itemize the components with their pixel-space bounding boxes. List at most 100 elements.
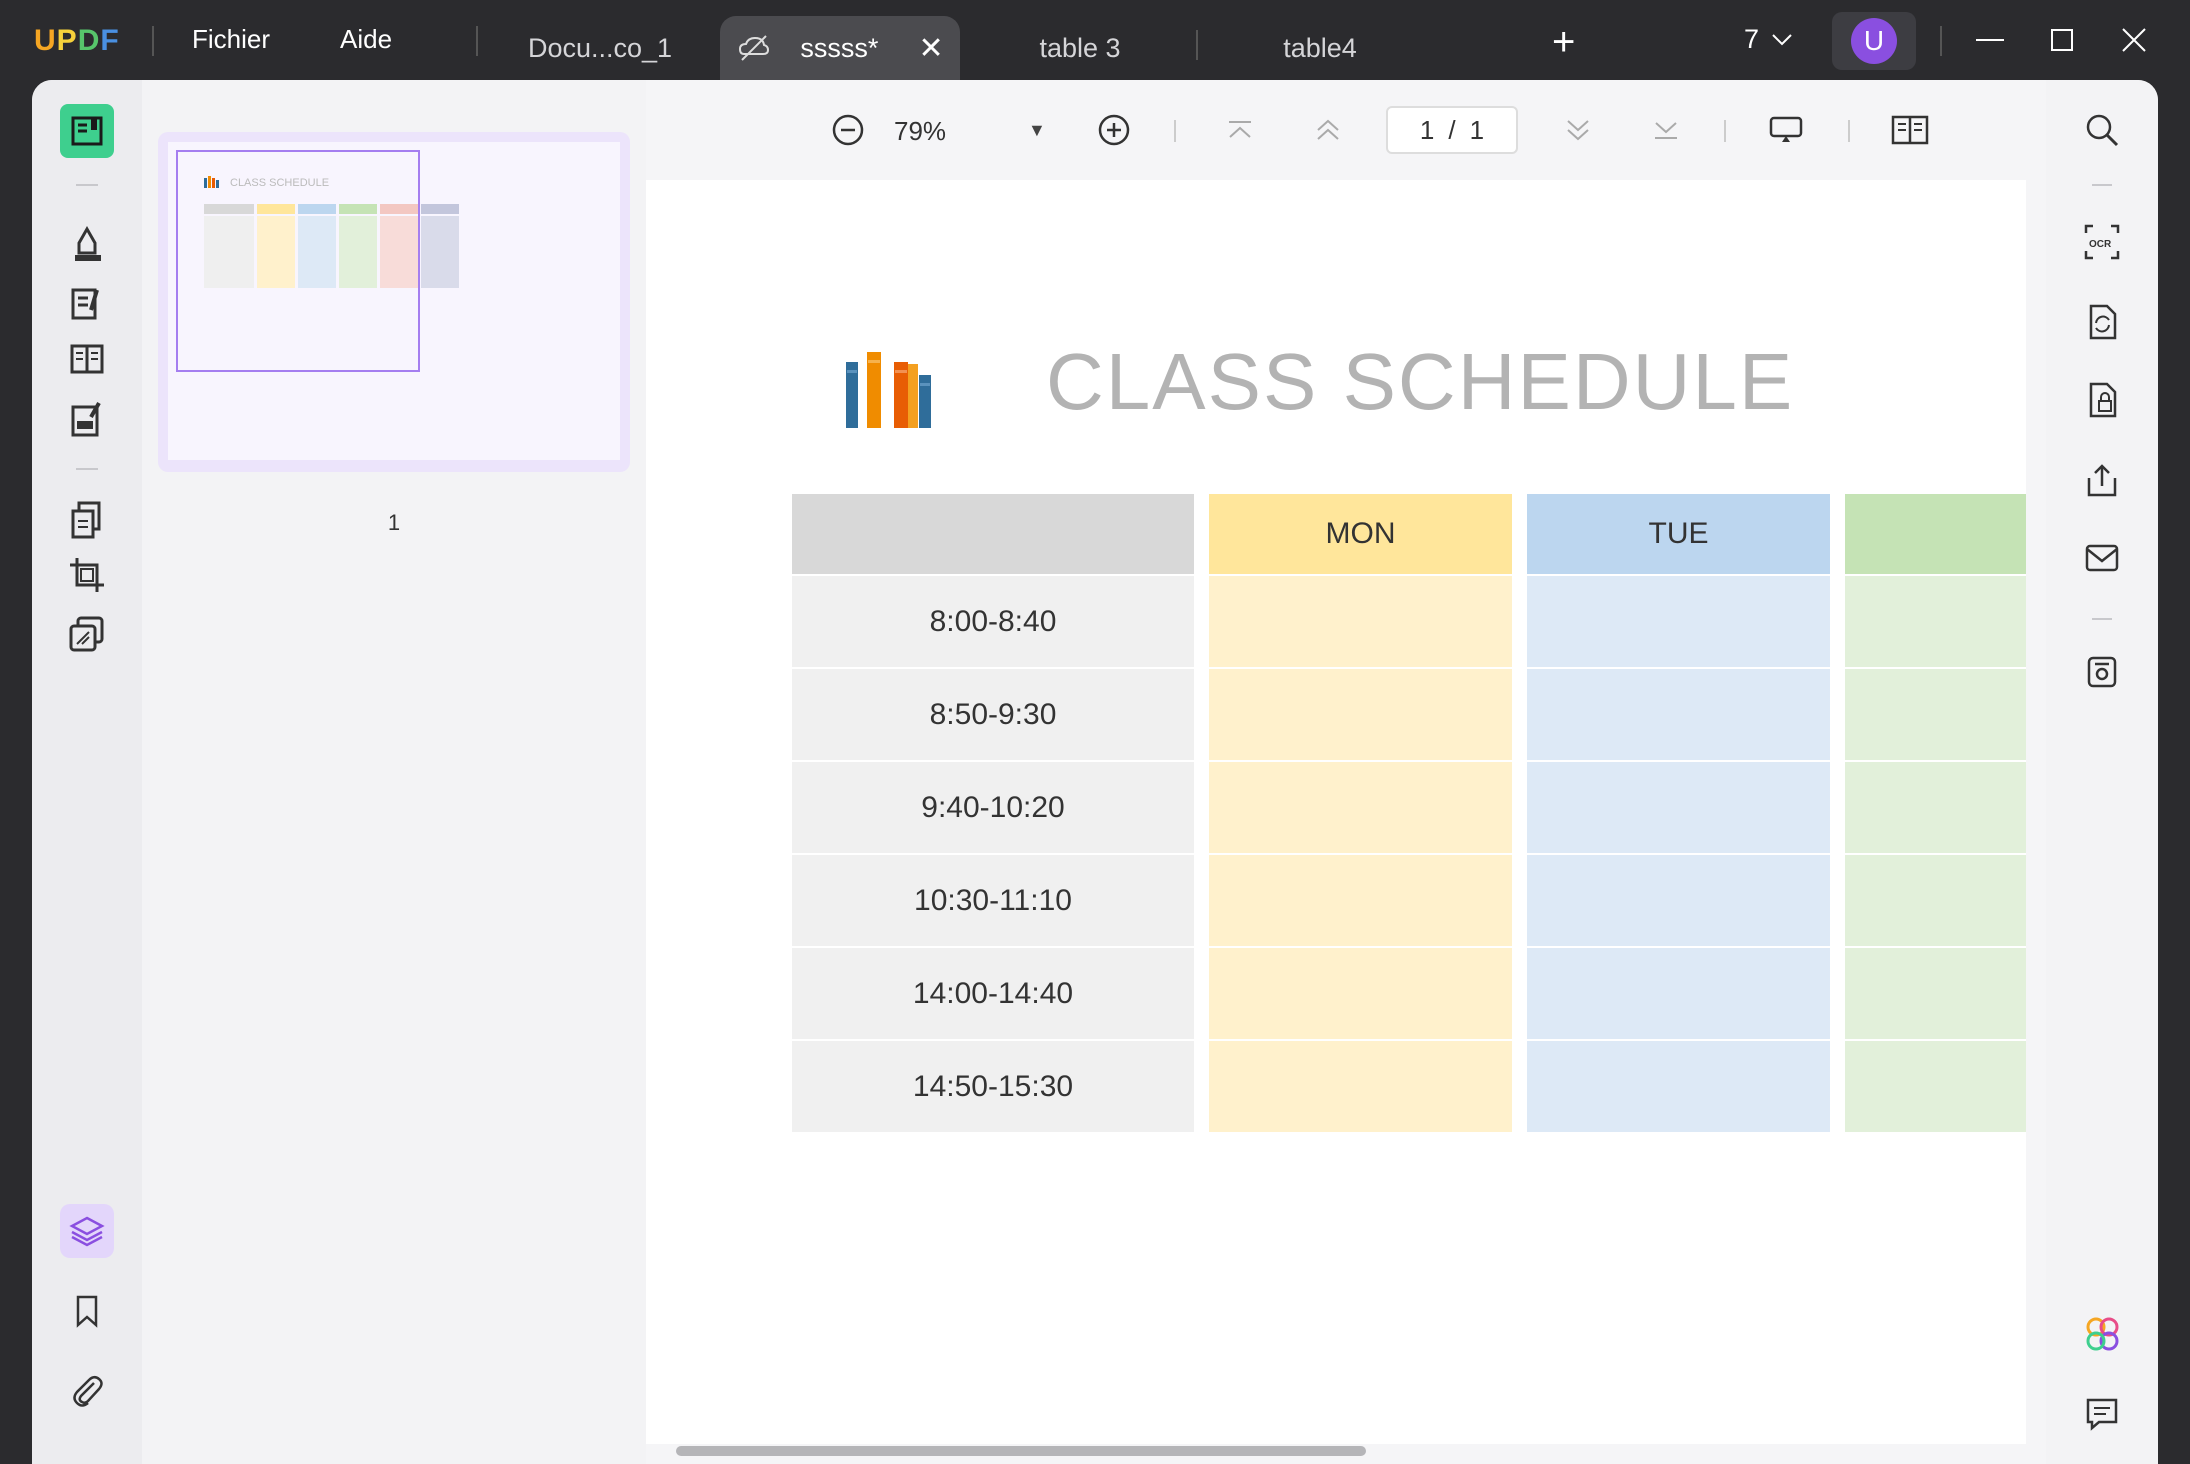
convert-button[interactable] bbox=[2082, 302, 2122, 342]
columns-icon bbox=[70, 344, 104, 374]
zoom-level[interactable]: 79% bbox=[894, 116, 946, 147]
convert-icon bbox=[2089, 304, 2117, 340]
avatar: U bbox=[1851, 18, 1897, 64]
email-button[interactable] bbox=[2082, 538, 2122, 578]
close-tab-icon[interactable]: ✕ bbox=[918, 31, 943, 66]
divider bbox=[1940, 26, 1942, 56]
reading-mode-button[interactable] bbox=[1890, 110, 1930, 150]
layers-button[interactable] bbox=[60, 1204, 114, 1258]
ocr-button[interactable]: OCR bbox=[2082, 222, 2122, 262]
ai-assistant-icon bbox=[2086, 1317, 2119, 1351]
tab-label: sssss* bbox=[800, 32, 879, 63]
schedule-cell bbox=[1845, 576, 2026, 667]
tab-label: Docu...co_1 bbox=[527, 32, 673, 63]
presentation-button[interactable] bbox=[1766, 110, 1806, 150]
time-slot-cell: 14:50-15:30 bbox=[792, 1041, 1194, 1132]
tab-table-3[interactable]: table 3 bbox=[970, 16, 1190, 80]
time-slot-cell: 8:00-8:40 bbox=[792, 576, 1194, 667]
schedule-cell bbox=[1845, 1041, 2026, 1132]
pdf-page: CLASS SCHEDULE 8:00-8:40 8:50-9:30 9:40-10… bbox=[646, 180, 2026, 1444]
tab-table4[interactable]: table4 bbox=[1210, 16, 1430, 80]
paperclip-icon bbox=[73, 1376, 103, 1407]
divider bbox=[152, 26, 154, 56]
attachments-button[interactable] bbox=[60, 1364, 114, 1418]
time-slot-cell: 9:40-10:20 bbox=[792, 762, 1194, 853]
schedule-cell bbox=[1209, 576, 1512, 667]
schedule-cell bbox=[1209, 855, 1512, 946]
schedule-cell bbox=[1527, 762, 1830, 853]
plus-circle-icon bbox=[1098, 114, 1130, 146]
maximize-icon[interactable] bbox=[2042, 20, 2082, 60]
pages-icon bbox=[71, 501, 101, 539]
tab-count-dropdown[interactable]: 7 bbox=[1744, 24, 1793, 55]
highlighter-icon bbox=[75, 225, 101, 261]
schedule-cell bbox=[1845, 669, 2026, 760]
schedule-cell bbox=[1845, 948, 2026, 1039]
comment-tool-button[interactable] bbox=[60, 216, 114, 270]
page-number-input[interactable]: 1 / 1 bbox=[1386, 106, 1518, 154]
divider bbox=[1196, 30, 1198, 60]
document-area: 79% ▼ 1 / 1 CLASS SCHEDULE 8:00-8:40 8:5… bbox=[646, 80, 2072, 1464]
reader-mode-button[interactable] bbox=[60, 104, 114, 158]
schedule-cell bbox=[1527, 669, 1830, 760]
time-slot-cell: 8:50-9:30 bbox=[792, 669, 1194, 760]
schedule-cell bbox=[1209, 762, 1512, 853]
thumbnail-page-number: 1 bbox=[387, 510, 401, 535]
divider bbox=[1174, 120, 1176, 142]
viewport-indicator[interactable] bbox=[176, 150, 420, 372]
ocr-icon: OCR bbox=[2084, 224, 2120, 260]
save-button[interactable] bbox=[2082, 652, 2122, 692]
zoom-dropdown-icon[interactable]: ▼ bbox=[1028, 120, 1046, 141]
page-thumbnail[interactable]: CLASS SCHEDULE bbox=[158, 132, 630, 472]
double-chevron-up-icon bbox=[1317, 119, 1339, 140]
fill-sign-button[interactable] bbox=[60, 392, 114, 446]
zoom-out-button[interactable] bbox=[828, 110, 868, 150]
previous-page-button[interactable] bbox=[1308, 110, 1348, 150]
first-page-icon bbox=[1229, 121, 1251, 138]
schedule-cell bbox=[1527, 1041, 1830, 1132]
menu-help[interactable]: Aide bbox=[340, 24, 392, 55]
edit-pdf-button[interactable] bbox=[60, 276, 114, 330]
app-logo: UPDF bbox=[34, 24, 120, 57]
save-icon bbox=[2087, 656, 2117, 688]
menu-file[interactable]: Fichier bbox=[192, 24, 270, 55]
first-page-button[interactable] bbox=[1220, 110, 1260, 150]
schedule-cell bbox=[1845, 762, 2026, 853]
tab-label: table4 bbox=[1283, 32, 1357, 63]
user-avatar-button[interactable]: U bbox=[1832, 12, 1916, 70]
minimize-icon[interactable] bbox=[1970, 20, 2010, 60]
page-tools-button[interactable] bbox=[60, 608, 114, 662]
minus-circle-icon bbox=[832, 114, 864, 146]
form-sign-icon bbox=[71, 402, 101, 437]
protect-button[interactable] bbox=[2082, 380, 2122, 420]
layers-icon bbox=[69, 1216, 105, 1247]
schedule-cell bbox=[1527, 576, 1830, 667]
zoom-in-button[interactable] bbox=[1094, 110, 1134, 150]
tab-document-1[interactable]: Docu...co_1 bbox=[490, 16, 710, 80]
schedule-cell bbox=[1527, 948, 1830, 1039]
schedule-cell bbox=[1845, 855, 2026, 946]
unsaved-cloud-icon bbox=[739, 35, 770, 61]
edit-document-icon bbox=[71, 288, 99, 320]
bookmarks-button[interactable] bbox=[60, 1284, 114, 1338]
page-layout-button[interactable] bbox=[60, 332, 114, 386]
search-button[interactable] bbox=[2082, 110, 2122, 150]
ai-assistant-button[interactable] bbox=[2082, 1314, 2122, 1354]
divider bbox=[1848, 120, 1850, 142]
share-button[interactable] bbox=[2082, 460, 2122, 500]
comments-panel-button[interactable] bbox=[2082, 1394, 2122, 1434]
next-page-button[interactable] bbox=[1558, 110, 1598, 150]
crop-pages-button[interactable] bbox=[60, 548, 114, 602]
tab-sssss[interactable]: sssss* ✕ bbox=[720, 16, 960, 80]
books-logo bbox=[846, 352, 931, 428]
thumbnail-panel: CLASS SCHEDULE 1 bbox=[142, 80, 646, 1464]
horizontal-scrollbar[interactable] bbox=[676, 1446, 1366, 1456]
close-window-icon[interactable] bbox=[2114, 20, 2154, 60]
last-page-icon bbox=[1655, 122, 1677, 139]
app-window: CLASS SCHEDULE 1 79% ▼ 1 / 1 CLASS SCHED… bbox=[32, 80, 2158, 1464]
divider bbox=[2092, 618, 2112, 620]
organize-pages-button[interactable] bbox=[60, 492, 114, 546]
new-tab-button[interactable]: + bbox=[1552, 20, 1575, 65]
stack-pages-icon bbox=[69, 616, 104, 652]
last-page-button[interactable] bbox=[1646, 110, 1686, 150]
